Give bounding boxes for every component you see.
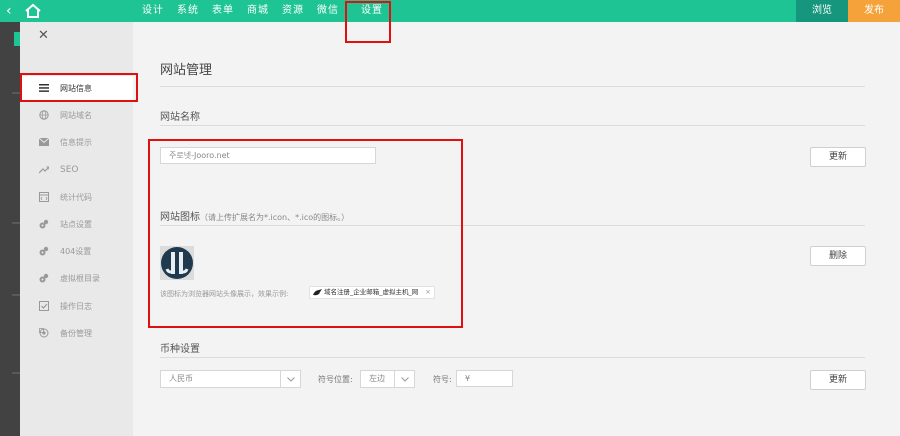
- currency-select-value: 人民币: [169, 374, 193, 383]
- strip-divider: [12, 222, 20, 224]
- sidebar-item-site-info[interactable]: 网站信息: [20, 76, 133, 100]
- bird-icon: [313, 289, 322, 296]
- sidebar-item-404[interactable]: 404设置: [20, 239, 133, 263]
- nav-item-resource[interactable]: 资源: [282, 0, 317, 22]
- site-icon-label: 网站图标（请上传扩展名为*.icon、*.ico的图标。）: [160, 208, 349, 223]
- sidebar-item-domain[interactable]: 网站域名: [20, 103, 133, 127]
- sidebar-item-label: 404设置: [60, 246, 92, 256]
- strip-divider: [12, 294, 20, 296]
- site-icon-title: 网站图标: [160, 212, 200, 223]
- sidebar-item-label: 虚拟根目录: [60, 273, 100, 283]
- gears-icon: [38, 218, 50, 230]
- chevron-down-icon: [280, 371, 300, 387]
- currency-select[interactable]: 人民币: [160, 370, 301, 388]
- site-name-label: 网站名称: [160, 112, 200, 123]
- sidebar-item-label: 站点设置: [60, 219, 92, 229]
- tab-close-icon: ×: [425, 288, 431, 296]
- mail-icon: [38, 136, 50, 148]
- sidebar-item-label: 网站域名: [60, 110, 92, 120]
- divider: [160, 225, 865, 226]
- top-nav: 设计 系统 表单 商城 资源 微信 设置: [142, 0, 396, 22]
- site-favicon-image: [160, 246, 194, 280]
- sidebar-item-label: 网站信息: [60, 83, 92, 93]
- publish-button[interactable]: 发布: [848, 0, 900, 22]
- nav-item-form[interactable]: 表单: [212, 0, 247, 22]
- nav-item-shop[interactable]: 商城: [247, 0, 282, 22]
- site-icon-hint: （请上传扩展名为*.icon、*.ico的图标。）: [200, 213, 350, 222]
- divider: [160, 357, 865, 358]
- gears-icon: [38, 272, 50, 284]
- preview-button[interactable]: 浏览: [796, 0, 848, 22]
- update-site-name-button[interactable]: 更新: [810, 147, 866, 167]
- sidebar-item-notice[interactable]: 信息提示: [20, 130, 133, 154]
- backup-icon: [38, 327, 50, 339]
- code-icon: [38, 191, 50, 203]
- sidebar-item-label: 信息提示: [60, 137, 92, 147]
- divider: [160, 125, 865, 126]
- favicon-example-text: 该图标为浏览器网站头像展示，效果示例:: [160, 290, 289, 298]
- left-edge-strip: [0, 22, 20, 436]
- divider: [160, 86, 865, 87]
- strip-divider: [12, 372, 20, 374]
- site-name-input[interactable]: 주로넷-Jooro.net: [160, 147, 376, 164]
- sidebar-item-virtual-root[interactable]: 虚拟根目录: [20, 266, 133, 290]
- symbol-position-label: 符号位置:: [318, 375, 353, 384]
- check-icon: [38, 300, 50, 312]
- symbol-position-select[interactable]: 左边: [360, 370, 415, 388]
- currency-label: 币种设置: [160, 344, 200, 355]
- browser-tab-title: 域名注册_企业邮箱_虚拟主机_网: [324, 288, 419, 296]
- sidebar-item-backup[interactable]: 备份管理: [20, 321, 133, 345]
- sidebar-item-analytics[interactable]: 统计代码: [20, 185, 133, 209]
- sidebar-item-label: SEO: [60, 165, 79, 175]
- close-icon[interactable]: ✕: [38, 28, 49, 43]
- sidebar-item-label: 备份管理: [60, 328, 92, 338]
- chevron-down-icon: [394, 371, 414, 387]
- settings-sidebar: ✕ 网站信息 网站域名 信息提示 SEO 统计代码 站点设置 404设置 虚拟根…: [20, 22, 133, 436]
- browser-tab-example: 域名注册_企业邮箱_虚拟主机_网 ×: [309, 286, 435, 299]
- nav-item-design[interactable]: 设计: [142, 0, 177, 22]
- sidebar-item-seo[interactable]: SEO: [20, 158, 133, 182]
- symbol-input[interactable]: ¥: [456, 370, 513, 387]
- strip-divider: [12, 92, 20, 94]
- nav-item-system[interactable]: 系统: [177, 0, 212, 22]
- sidebar-item-label: 统计代码: [60, 192, 92, 202]
- nav-item-wechat[interactable]: 微信: [317, 0, 352, 22]
- symbol-label: 符号:: [433, 375, 452, 384]
- update-currency-button[interactable]: 更新: [810, 370, 866, 390]
- nav-item-settings[interactable]: 设置: [352, 0, 396, 22]
- back-icon[interactable]: ‹: [6, 3, 18, 19]
- trend-icon: [38, 164, 50, 176]
- page-title: 网站管理: [160, 63, 213, 78]
- globe-icon: [38, 109, 50, 121]
- top-bar: ‹ 设计 系统 表单 商城 资源 微信 设置 浏览 发布: [0, 0, 900, 22]
- home-icon[interactable]: [24, 3, 42, 19]
- sidebar-item-logs[interactable]: 操作日志: [20, 294, 133, 318]
- delete-icon-button[interactable]: 删除: [810, 246, 866, 266]
- sidebar-item-site-settings[interactable]: 站点设置: [20, 212, 133, 236]
- sidebar-item-label: 操作日志: [60, 301, 92, 311]
- gears-icon: [38, 245, 50, 257]
- symbol-position-value: 左边: [369, 374, 385, 383]
- main-content: 网站管理 网站名称 주로넷-Jooro.net 更新 网站图标（请上传扩展名为*…: [133, 22, 900, 436]
- list-icon: [38, 82, 50, 94]
